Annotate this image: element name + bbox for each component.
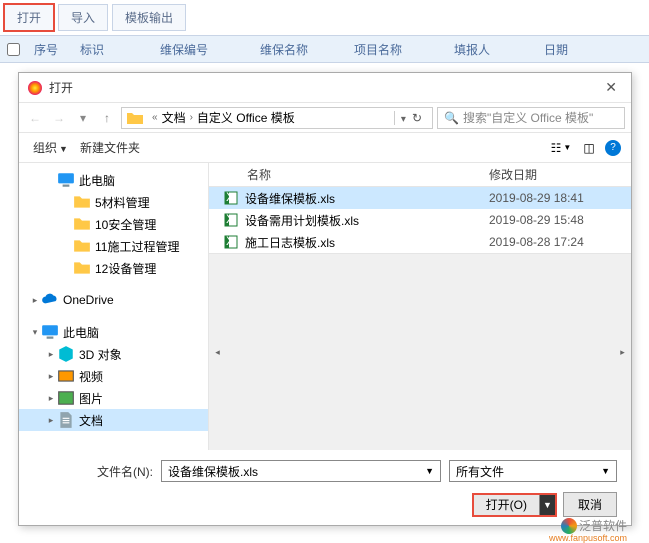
pc-icon (57, 172, 75, 188)
select-all-checkbox[interactable] (7, 43, 20, 56)
dialog-title: 打开 (49, 79, 599, 96)
cancel-button[interactable]: 取消 (563, 492, 617, 517)
search-input[interactable]: 🔍 搜索"自定义 Office 模板" (437, 107, 625, 129)
col-tag[interactable]: 标识 (72, 41, 152, 58)
xls-icon: X (223, 212, 239, 228)
organize-menu[interactable]: 组织▼ (29, 137, 72, 158)
folder-icon (73, 238, 91, 254)
onedrive-icon (41, 292, 59, 308)
close-icon[interactable]: ✕ (599, 79, 623, 96)
search-icon: 🔍 (444, 111, 459, 125)
tree-node[interactable]: ▸3D 对象 (19, 343, 208, 365)
tree-node[interactable]: ▸视频 (19, 365, 208, 387)
svg-text:X: X (226, 190, 234, 204)
breadcrumb[interactable]: « 文档 › 自定义 Office 模板 ▾↻ (121, 107, 433, 129)
folder-icon (73, 194, 91, 210)
open-file-button[interactable]: 打开(O) ▼ (472, 493, 557, 517)
filename-input[interactable]: 设备维保模板.xls▼ (161, 460, 441, 482)
dialog-icon (27, 80, 43, 96)
col-filler[interactable]: 填报人 (446, 41, 536, 58)
svg-text:X: X (226, 234, 234, 248)
cube-icon (57, 346, 75, 362)
tree-node[interactable]: 11施工过程管理 (19, 235, 208, 257)
crumb-seg[interactable]: 自定义 Office 模板 (197, 109, 295, 126)
brand-logo-icon (561, 518, 577, 534)
tree-node[interactable]: ▾此电脑 (19, 321, 208, 343)
file-row[interactable]: X设备需用计划模板.xls2019-08-29 15:48 (209, 209, 631, 231)
import-button[interactable]: 导入 (58, 4, 108, 31)
filetype-select[interactable]: 所有文件▼ (449, 460, 617, 482)
col-modified[interactable]: 修改日期 (489, 166, 631, 183)
preview-pane-icon[interactable]: ◫ (577, 137, 601, 159)
tree-node[interactable]: ▸图片 (19, 387, 208, 409)
file-row[interactable]: X设备维保模板.xls2019-08-29 18:41 (209, 187, 631, 209)
folder-icon (73, 216, 91, 232)
video-icon (57, 368, 75, 384)
nav-tree[interactable]: 此电脑5材料管理10安全管理11施工过程管理12设备管理 ▸OneDrive ▾此电… (19, 163, 209, 450)
col-proj[interactable]: 项目名称 (346, 41, 446, 58)
pic-icon (57, 390, 75, 406)
nav-hist-icon[interactable]: ▾ (73, 108, 93, 128)
folder-icon (73, 260, 91, 276)
col-seq[interactable]: 序号 (26, 41, 72, 58)
crumb-seg[interactable]: 文档 (162, 109, 186, 126)
doc-icon (57, 412, 75, 428)
tree-node[interactable]: ▸文档 (19, 409, 208, 431)
tree-node[interactable]: 10安全管理 (19, 213, 208, 235)
col-maintno[interactable]: 维保编号 (152, 41, 252, 58)
new-folder-button[interactable]: 新建文件夹 (76, 137, 144, 158)
col-maintname[interactable]: 维保名称 (252, 41, 346, 58)
template-output-button[interactable]: 模板输出 (112, 4, 186, 31)
nav-up-icon[interactable]: ↑ (97, 108, 117, 128)
tree-node[interactable]: ▸OneDrive (19, 289, 208, 311)
help-icon[interactable]: ? (605, 140, 621, 156)
tree-node[interactable]: 此电脑 (19, 169, 208, 191)
brand-watermark: 泛普软件 www.fanpusoft.com (561, 517, 627, 534)
open-button[interactable]: 打开 (4, 4, 54, 31)
pc-icon (41, 324, 59, 340)
nav-back-icon[interactable]: ← (25, 108, 45, 128)
tree-node[interactable]: 12设备管理 (19, 257, 208, 279)
open-split-icon[interactable]: ▼ (539, 495, 555, 515)
filename-label: 文件名(N): (33, 463, 153, 480)
xls-icon: X (223, 234, 239, 250)
file-row[interactable]: X施工日志模板.xls2019-08-28 17:24 (209, 231, 631, 253)
svg-text:X: X (226, 212, 234, 226)
col-date[interactable]: 日期 (536, 41, 576, 58)
grid-header: 序号 标识 维保编号 维保名称 项目名称 填报人 日期 (0, 35, 649, 63)
nav-fwd-icon[interactable]: → (49, 108, 69, 128)
hscrollbar[interactable]: ◂▸ (209, 253, 631, 450)
tree-node[interactable]: 5材料管理 (19, 191, 208, 213)
view-options-icon[interactable]: ☷▼ (549, 137, 573, 159)
folder-icon (126, 110, 144, 126)
xls-icon: X (223, 190, 239, 206)
open-dialog: 打开 ✕ ← → ▾ ↑ « 文档 › 自定义 Office 模板 ▾↻ 🔍 搜… (18, 72, 632, 526)
col-name[interactable]: 名称 (209, 166, 489, 183)
